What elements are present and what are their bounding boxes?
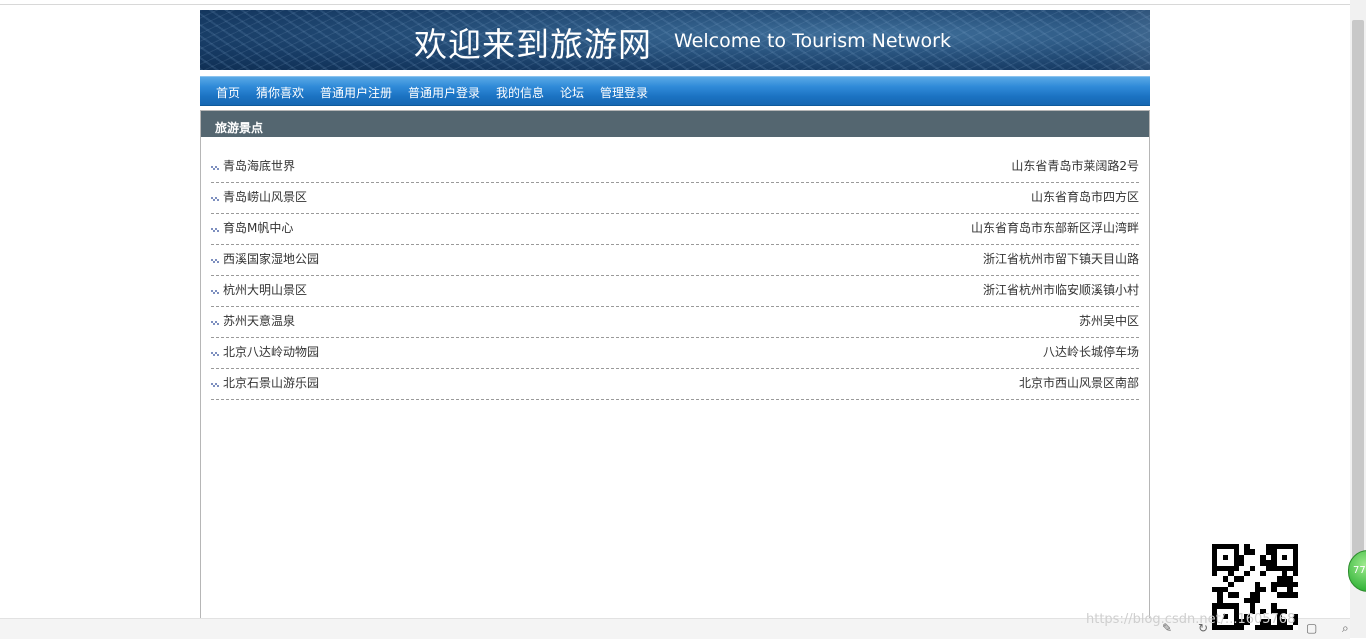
nav-my-info[interactable]: 我的信息 [496,84,544,101]
search-icon[interactable]: ⌕ [1342,622,1354,634]
spot-name[interactable]: 北京石景山游乐园 [223,374,319,391]
spots-panel: 旅游景点 青岛海底世界 山东省青岛市莱阔路2号 青岛崂山风景区 山东省育岛市四方… [200,110,1150,639]
banner-title-en: Welcome to Tourism Network [674,30,951,52]
spot-name[interactable]: 杭州大明山景区 [223,281,307,298]
banner-map-texture [1094,10,1150,70]
bullet-icon [211,350,219,358]
spot-name[interactable]: 西溪国家湿地公园 [223,250,319,267]
list-item[interactable]: 北京八达岭动物园 八达岭长城停车场 [211,338,1139,369]
spot-address: 苏州吴中区 [1078,314,1139,328]
spots-list: 青岛海底世界 山东省青岛市莱阔路2号 青岛崂山风景区 山东省育岛市四方区 育岛M… [211,152,1139,400]
spot-address: 八达岭长城停车场 [1042,345,1139,359]
page-wrapper: 欢迎来到旅游网 Welcome to Tourism Network 首页 猜你… [200,10,1150,639]
nav-recommend[interactable]: 猜你喜欢 [256,84,304,101]
bullet-icon [211,319,219,327]
spot-address: 浙江省杭州市临安顺溪镇小村 [982,283,1139,297]
nav-register[interactable]: 普通用户注册 [320,84,392,101]
list-item[interactable]: 青岛海底世界 山东省青岛市莱阔路2号 [211,152,1139,183]
bullet-icon [211,195,219,203]
spot-name[interactable]: 北京八达岭动物园 [223,343,319,360]
spot-address: 山东省育岛市四方区 [1030,190,1139,204]
bullet-icon [211,257,219,265]
spot-name[interactable]: 育岛M帆中心 [223,219,293,236]
nav-forum[interactable]: 论坛 [560,84,584,101]
nav-admin-login[interactable]: 管理登录 [600,84,648,101]
bullet-icon [211,226,219,234]
spot-address: 北京市西山风景区南部 [1018,376,1139,390]
nav-home[interactable]: 首页 [216,84,240,101]
list-item[interactable]: 苏州天意温泉 苏州吴中区 [211,307,1139,338]
spot-address: 浙江省杭州市留下镇天目山路 [982,252,1139,266]
nav-login[interactable]: 普通用户登录 [408,84,480,101]
badge-count: 77 [1353,565,1366,576]
spot-address: 山东省育岛市东部新区浮山湾畔 [970,221,1139,235]
list-item[interactable]: 育岛M帆中心 山东省育岛市东部新区浮山湾畔 [211,214,1139,245]
list-item[interactable]: 西溪国家湿地公园 浙江省杭州市留下镇天目山路 [211,245,1139,276]
site-banner: 欢迎来到旅游网 Welcome to Tourism Network [200,10,1150,70]
banner-title-cn: 欢迎来到旅游网 [414,25,652,64]
window-icon[interactable]: ▢ [1306,622,1318,634]
list-item[interactable]: 杭州大明山景区 浙江省杭州市临安顺溪镇小村 [211,276,1139,307]
main-nav: 首页 猜你喜欢 普通用户注册 普通用户登录 我的信息 论坛 管理登录 [200,76,1150,106]
spot-name[interactable]: 苏州天意温泉 [223,312,295,329]
panel-title: 旅游景点 [215,121,264,135]
scrollbar-thumb[interactable] [1352,20,1364,580]
bullet-icon [211,381,219,389]
spot-address: 山东省青岛市莱阔路2号 [1011,159,1139,173]
watermark-url: https://blog.csdn.net/...1605768 [1086,612,1296,627]
spot-name[interactable]: 青岛崂山风景区 [223,188,307,205]
spot-name[interactable]: 青岛海底世界 [223,157,295,174]
list-item[interactable]: 青岛崂山风景区 山东省育岛市四方区 [211,183,1139,214]
top-divider [0,4,1350,5]
bullet-icon [211,164,219,172]
list-item[interactable]: 北京石景山游乐园 北京市西山风景区南部 [211,369,1139,400]
panel-header: 旅游景点 [201,111,1149,137]
vertical-scrollbar[interactable] [1350,0,1366,638]
bullet-icon [211,288,219,296]
